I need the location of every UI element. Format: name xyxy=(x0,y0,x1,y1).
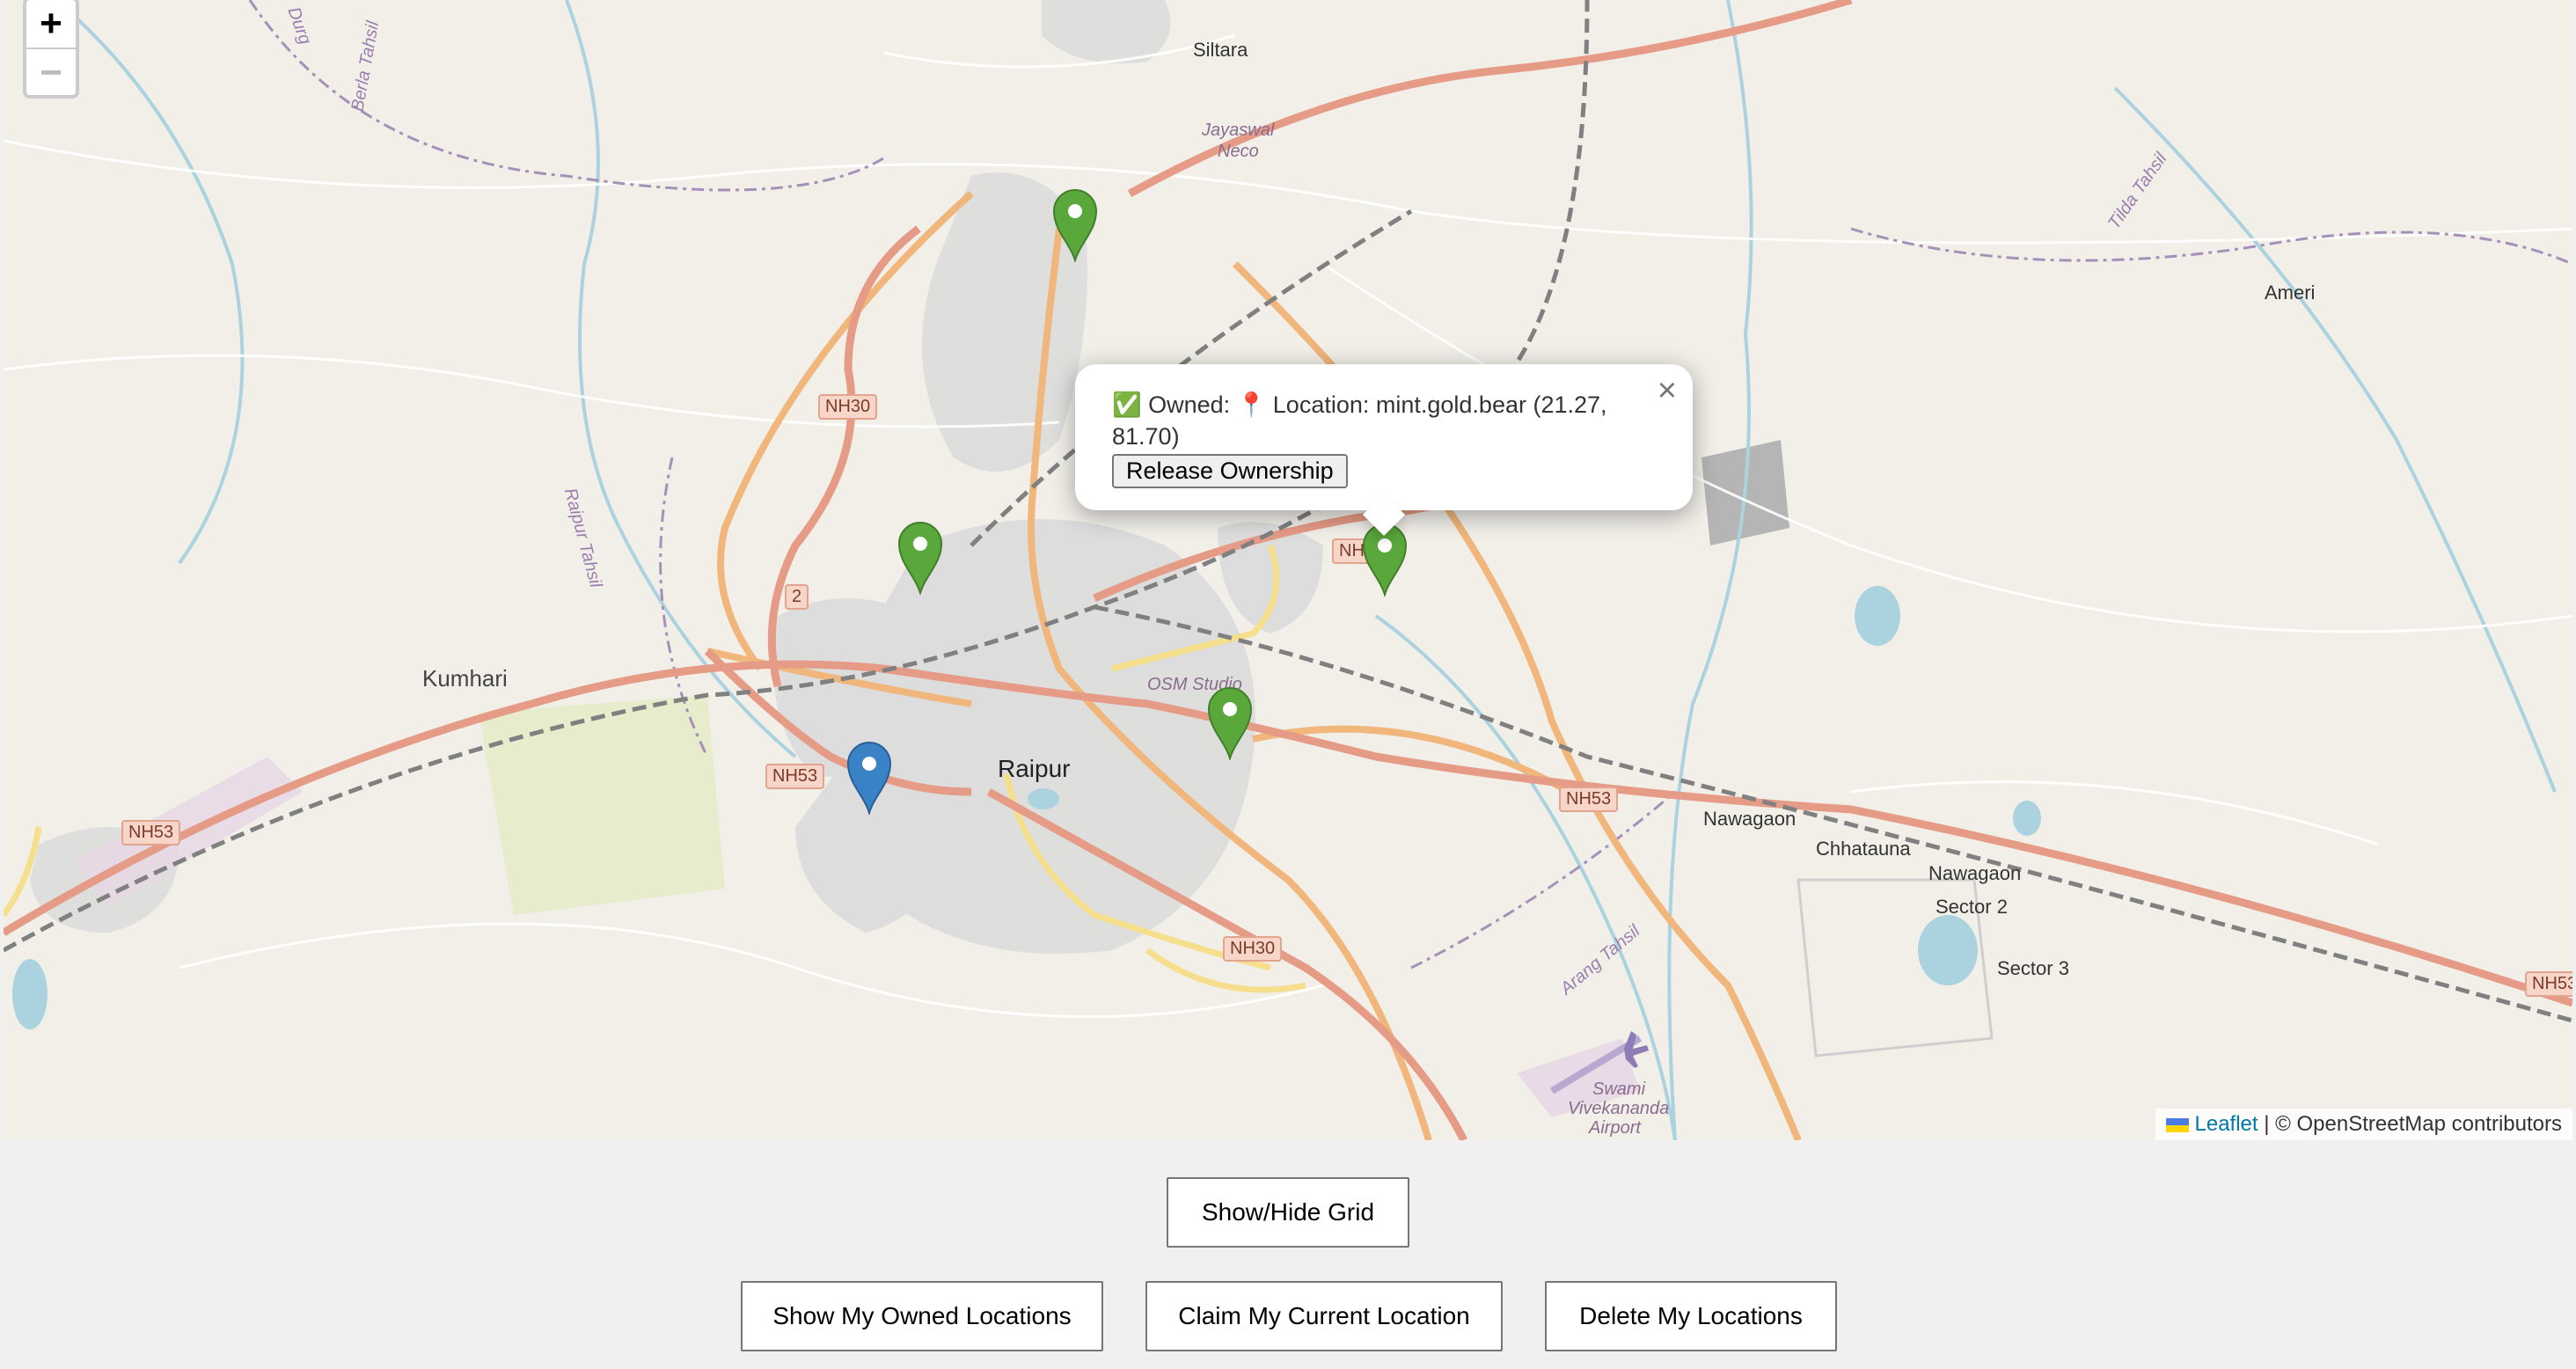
label-nawagaon-2: Nawagaon xyxy=(1928,862,2022,884)
label-nawagaon-1: Nawagaon xyxy=(1703,808,1797,830)
zoom-out-button[interactable]: − xyxy=(26,49,76,97)
ukraine-flag-icon xyxy=(2165,1118,2189,1132)
label-chhatauna: Chhatauna xyxy=(1816,838,1911,860)
owned-marker[interactable] xyxy=(897,521,943,595)
toggle-grid-button[interactable]: Show/Hide Grid xyxy=(1167,1177,1409,1248)
owned-marker[interactable] xyxy=(1207,686,1253,760)
label-ameri: Ameri xyxy=(2265,282,2316,304)
label-raipur: Raipur xyxy=(998,755,1071,782)
shield-nh30-b: NH30 xyxy=(1223,936,1283,962)
label-jayaswal: Jayaswal xyxy=(1202,121,1275,140)
label-kumhari: Kumhari xyxy=(422,665,508,692)
shield-nh53-b: NH53 xyxy=(121,820,181,846)
shield-sh2: 2 xyxy=(785,584,809,610)
map-attribution: Leaflet | © OpenStreetMap contributors xyxy=(2155,1109,2572,1140)
shield-nh53-d: NH53 xyxy=(2525,971,2572,997)
zoom-control: + − xyxy=(23,0,79,99)
delete-locations-button[interactable]: Delete My Locations xyxy=(1545,1281,1837,1351)
release-ownership-button[interactable]: Release Ownership xyxy=(1112,454,1348,488)
label-sector-2: Sector 2 xyxy=(1936,896,2008,918)
label-airport-2: Vivekananda xyxy=(1568,1099,1670,1118)
current-location-marker[interactable] xyxy=(846,741,892,815)
owned-marker[interactable] xyxy=(1052,188,1098,262)
popup-close-icon[interactable]: × xyxy=(1658,370,1677,412)
label-airport-3: Airport xyxy=(1589,1118,1641,1138)
attribution-text: | © OpenStreetMap contributors xyxy=(2264,1112,2562,1136)
label-siltara: Siltara xyxy=(1193,39,1248,61)
label-neco: Neco xyxy=(1218,142,1259,161)
zoom-in-button[interactable]: + xyxy=(26,0,76,49)
shield-nh30-a: NH30 xyxy=(818,394,878,420)
label-airport-1: Swami xyxy=(1592,1080,1646,1099)
leaflet-link[interactable]: Leaflet xyxy=(2195,1112,2258,1136)
claim-current-location-button[interactable]: Claim My Current Location xyxy=(1145,1281,1503,1351)
map-tiles xyxy=(4,0,2572,1140)
popup-text-line1: ✅ Owned: 📍 Location: mint.gold.bear (21.… xyxy=(1112,392,1607,418)
popup-text-line2: 81.70) xyxy=(1112,423,1180,450)
show-owned-locations-button[interactable]: Show My Owned Locations xyxy=(741,1281,1103,1351)
shield-nh53-c: NH53 xyxy=(1559,787,1619,812)
shield-nh53-a: NH53 xyxy=(765,764,825,789)
marker-popup: × ✅ Owned: 📍 Location: mint.gold.bear (2… xyxy=(1075,364,1693,537)
label-sector-3: Sector 3 xyxy=(1997,957,2069,979)
map[interactable]: Siltara Jayaswal Neco Ameri Kumhari Raip… xyxy=(4,0,2572,1140)
